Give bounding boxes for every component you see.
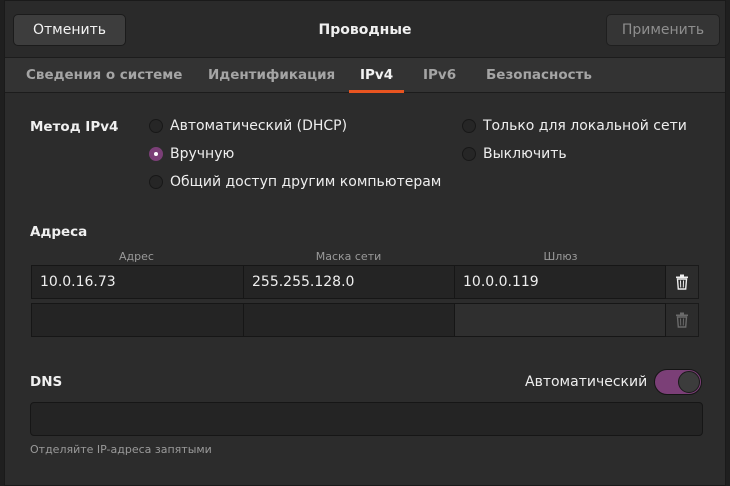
column-header-netmask: Маска сети bbox=[315, 250, 382, 263]
radio-automatic-dhcp[interactable]: Автоматический (DHCP) bbox=[149, 118, 347, 134]
background-window-edge-right bbox=[726, 0, 730, 486]
delete-address-button[interactable] bbox=[666, 265, 699, 299]
column-header-address: Адрес bbox=[119, 250, 154, 263]
radio-label: Вручную bbox=[170, 146, 235, 162]
delete-address-button-disabled[interactable] bbox=[666, 303, 699, 337]
radio-label: Общий доступ другим компьютерам bbox=[170, 174, 442, 190]
wired-settings-dialog: Проводные Отменить Применить Сведения о … bbox=[4, 0, 726, 486]
radio-indicator bbox=[149, 147, 163, 161]
gateway-input[interactable]: 10.0.0.119 bbox=[454, 265, 666, 299]
radio-disabled[interactable]: Выключить bbox=[462, 146, 567, 162]
gateway-input-empty[interactable] bbox=[454, 303, 666, 337]
dns-auto-toggle[interactable] bbox=[654, 369, 702, 395]
netmask-input-empty[interactable] bbox=[243, 303, 455, 337]
dialog-header: Проводные Отменить Применить bbox=[5, 1, 725, 58]
tab-security[interactable]: Безопасность bbox=[486, 58, 592, 92]
tab-ipv6[interactable]: IPv6 bbox=[423, 58, 456, 92]
tab-identity[interactable]: Идентификация bbox=[208, 58, 335, 92]
trash-icon bbox=[676, 274, 688, 290]
radio-label: Автоматический (DHCP) bbox=[170, 118, 348, 134]
netmask-input[interactable]: 255.255.128.0 bbox=[243, 265, 455, 299]
trash-icon bbox=[676, 312, 688, 328]
radio-label: Выключить bbox=[483, 146, 567, 162]
toggle-knob bbox=[678, 371, 700, 393]
ipv4-method-label: Метод IPv4 bbox=[30, 119, 119, 135]
address-input-empty[interactable] bbox=[31, 303, 244, 337]
addresses-label: Адреса bbox=[30, 224, 88, 240]
radio-indicator bbox=[149, 119, 163, 133]
tab-bar: Сведения о системе Идентификация IPv4 IP… bbox=[5, 58, 725, 93]
radio-indicator bbox=[462, 119, 476, 133]
cancel-button[interactable]: Отменить bbox=[13, 14, 126, 46]
radio-indicator bbox=[149, 175, 163, 189]
radio-label: Только для локальной сети bbox=[483, 118, 687, 134]
dns-hint: Отделяйте IP-адреса запятыми bbox=[30, 443, 212, 456]
dns-label: DNS bbox=[30, 374, 63, 390]
address-input[interactable]: 10.0.16.73 bbox=[31, 265, 244, 299]
radio-shared[interactable]: Общий доступ другим компьютерам bbox=[149, 174, 441, 190]
apply-button[interactable]: Применить bbox=[606, 14, 720, 46]
dns-auto-label: Автоматический bbox=[525, 374, 648, 390]
radio-indicator bbox=[462, 147, 476, 161]
tab-details[interactable]: Сведения о системе bbox=[26, 58, 182, 92]
dns-input[interactable] bbox=[30, 402, 703, 436]
radio-link-local[interactable]: Только для локальной сети bbox=[462, 118, 687, 134]
tab-ipv4[interactable]: IPv4 bbox=[348, 58, 405, 93]
column-header-gateway: Шлюз bbox=[543, 250, 578, 263]
radio-manual[interactable]: Вручную bbox=[149, 146, 234, 162]
